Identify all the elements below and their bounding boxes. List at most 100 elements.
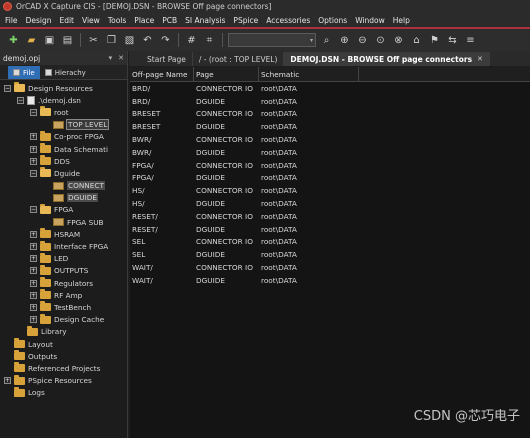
tree-item[interactable]: − .\demoj.dsn: [0, 94, 127, 106]
tree-item[interactable]: + Interface FPGA: [0, 240, 127, 252]
table-row[interactable]: RESET/DGUIDE root\DATA: [130, 223, 530, 236]
expand-icon[interactable]: +: [4, 377, 11, 385]
new-icon[interactable]: ✚: [6, 33, 21, 48]
tab-document-2[interactable]: DEMOJ.DSN - BROWSE Off page connectors ✕: [284, 52, 490, 66]
open-icon[interactable]: ▰: [24, 33, 39, 48]
expand-icon[interactable]: +: [30, 316, 37, 324]
table-row[interactable]: BWR/DGUIDE root\DATA: [130, 146, 530, 159]
tree-item[interactable]: + Design Cache: [0, 313, 127, 326]
zoom-area-icon[interactable]: ⊙: [373, 33, 388, 48]
menu-item-edit[interactable]: Edit: [59, 16, 74, 25]
menu-item-pcb[interactable]: PCB: [162, 16, 177, 25]
tree-item[interactable]: + PSpice Resources: [0, 374, 127, 387]
undo-icon[interactable]: ↶: [140, 33, 155, 48]
table-row[interactable]: BRESET DGUIDE root\DATA: [130, 120, 530, 133]
pin-icon[interactable]: ▾: [109, 54, 113, 62]
tab-document-0[interactable]: Start Page: [141, 52, 193, 66]
collapse-icon[interactable]: −: [30, 206, 37, 214]
zoom-all-icon[interactable]: ⊗: [391, 33, 406, 48]
tree-item[interactable]: + HSRAM: [0, 228, 127, 240]
tree-item[interactable]: + Regulators: [0, 277, 127, 289]
close-tab-icon[interactable]: ✕: [477, 55, 483, 63]
paste-icon[interactable]: ▧: [122, 33, 137, 48]
tree-item[interactable]: + Co-proc FPGA: [0, 130, 127, 143]
menu-item-view[interactable]: View: [82, 16, 100, 25]
menu-item-place[interactable]: Place: [134, 16, 154, 25]
table-row[interactable]: HS/DGUIDE root\DATA: [130, 197, 530, 210]
tree-item[interactable]: Library: [0, 325, 127, 338]
column-header[interactable]: Schematic: [259, 66, 359, 82]
menu-item-design[interactable]: Design: [26, 16, 52, 25]
menu-item-options[interactable]: Options: [318, 16, 347, 25]
expand-icon[interactable]: +: [30, 303, 37, 311]
tree-item[interactable]: + LED: [0, 252, 127, 265]
expand-icon[interactable]: +: [30, 255, 37, 263]
menu-item-help[interactable]: Help: [393, 16, 410, 25]
find-icon[interactable]: ⌕: [319, 33, 334, 48]
menu-item-pspice[interactable]: PSpice: [233, 16, 258, 25]
table-row[interactable]: WAIT/DGUIDE root\DATA: [130, 274, 530, 287]
table-row[interactable]: BRESET CONNECTOR IO root\DATA: [130, 108, 530, 121]
table-row[interactable]: BRD/DGUIDE root\DATA: [130, 95, 530, 108]
table-row[interactable]: BRD/CONNECTOR IO root\DATA: [130, 82, 530, 95]
tree-item[interactable]: − Dguide: [0, 167, 127, 179]
part-search-combo[interactable]: ▾: [228, 33, 316, 47]
close-icon[interactable]: ✕: [118, 54, 124, 62]
tree-item[interactable]: Outputs: [0, 350, 127, 362]
tree-item[interactable]: − FPGA: [0, 203, 127, 216]
expand-icon[interactable]: +: [30, 243, 37, 251]
zoom-out-icon[interactable]: ⊖: [355, 33, 370, 48]
drc-icon[interactable]: ⚑: [427, 33, 442, 48]
collapse-icon[interactable]: −: [17, 96, 24, 104]
tree-item[interactable]: FPGA SUB: [0, 216, 127, 228]
expand-icon[interactable]: +: [30, 145, 37, 153]
cut-icon[interactable]: ✂: [86, 33, 101, 48]
redo-icon[interactable]: ↷: [158, 33, 173, 48]
table-row[interactable]: HS/CONNECTOR IO root\DATA: [130, 184, 530, 197]
tab-hierarchy[interactable]: Hierachy: [40, 66, 91, 79]
zoom-in-icon[interactable]: ⊕: [337, 33, 352, 48]
tree-item[interactable]: Referenced Projects: [0, 362, 127, 374]
tab-file[interactable]: File: [8, 66, 40, 79]
netlist-icon[interactable]: ⇆: [445, 33, 460, 48]
expand-icon[interactable]: +: [30, 267, 37, 275]
table-row[interactable]: RESET/CONNECTOR IO root\DATA: [130, 210, 530, 223]
tree-item[interactable]: DGUIDE: [0, 192, 127, 204]
expand-icon[interactable]: +: [30, 279, 37, 287]
home-icon[interactable]: ⌂: [409, 33, 424, 48]
table-row[interactable]: SEL DGUIDE root\DATA: [130, 248, 530, 261]
table-row[interactable]: FPGA/DGUIDE root\DATA: [130, 172, 530, 185]
table-row[interactable]: SEL CONNECTOR IO root\DATA: [130, 236, 530, 249]
tree-item[interactable]: + Data Schemati: [0, 143, 127, 155]
tree-item[interactable]: − root: [0, 106, 127, 118]
tree-item[interactable]: Layout: [0, 338, 127, 350]
print-icon[interactable]: ▤: [60, 33, 75, 48]
copy-icon[interactable]: ❐: [104, 33, 119, 48]
tree-item[interactable]: Logs: [0, 386, 127, 399]
column-header[interactable]: Page: [194, 66, 259, 82]
tree-item[interactable]: − Design Resources: [0, 82, 127, 94]
table-row[interactable]: FPGA/CONNECTOR IO root\DATA: [130, 159, 530, 172]
menu-item-accessories[interactable]: Accessories: [266, 16, 310, 25]
tree-item[interactable]: TOP LEVEL: [0, 119, 127, 131]
table-row[interactable]: BWR/CONNECTOR IO root\DATA: [130, 133, 530, 146]
collapse-icon[interactable]: −: [30, 108, 37, 116]
menu-item-tools[interactable]: Tools: [108, 16, 126, 25]
grid-icon[interactable]: #: [184, 33, 199, 48]
column-header[interactable]: Off-page Name: [130, 66, 194, 82]
tree-item[interactable]: + RF Amp: [0, 289, 127, 301]
tree-item[interactable]: + OUTPUTS: [0, 264, 127, 277]
menu-item-si-analysis[interactable]: SI Analysis: [185, 16, 225, 25]
tree-item[interactable]: + TestBench: [0, 301, 127, 313]
expand-icon[interactable]: +: [30, 230, 37, 238]
expand-icon[interactable]: +: [30, 291, 37, 299]
bom-icon[interactable]: ≡: [463, 33, 478, 48]
menu-item-window[interactable]: Window: [355, 16, 385, 25]
collapse-icon[interactable]: −: [30, 169, 37, 177]
table-row[interactable]: WAIT/CONNECTOR IO root\DATA: [130, 261, 530, 274]
expand-icon[interactable]: +: [30, 133, 37, 141]
tree-item[interactable]: + DDS: [0, 155, 127, 167]
tree-item[interactable]: CONNECT: [0, 180, 127, 192]
tab-document-1[interactable]: / - (root : TOP LEVEL): [193, 52, 285, 66]
save-icon[interactable]: ▣: [42, 33, 57, 48]
